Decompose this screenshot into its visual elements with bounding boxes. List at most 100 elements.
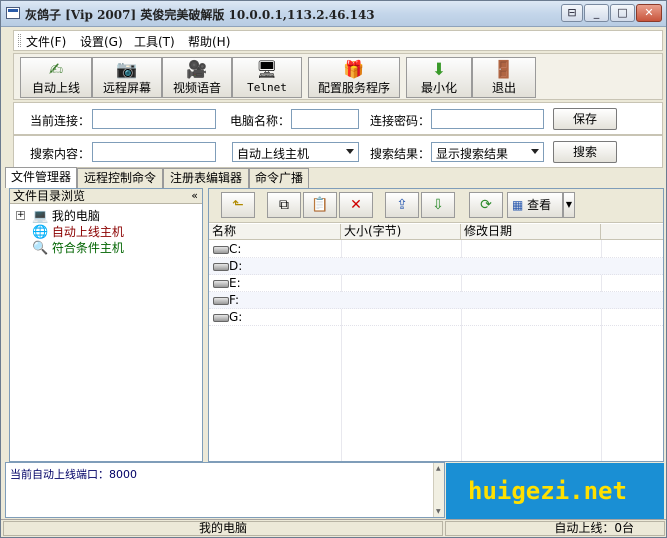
tree-header-title: 文件目录浏览 bbox=[13, 189, 86, 203]
minimize-app-label: 最小化 bbox=[420, 81, 457, 95]
drive-icon bbox=[213, 263, 229, 271]
main-window: 灰鸽子 [Vip 2007] 英俊完美破解版 10.0.0.1,113.2.46… bbox=[0, 0, 667, 538]
exit-door-icon: 🚪 bbox=[493, 60, 515, 80]
paste-icon[interactable]: 📋 bbox=[303, 192, 337, 218]
drive-label: C: bbox=[229, 242, 242, 256]
search-result-select[interactable]: 显示搜索结果 bbox=[431, 142, 544, 162]
restore-icon[interactable]: ⊟ bbox=[561, 4, 583, 22]
magnifier-icon: 🔍 bbox=[32, 241, 49, 256]
tree-item-matching-hosts-label: 符合条件主机 bbox=[51, 241, 124, 255]
tab-file-manager[interactable]: 文件管理器 bbox=[5, 167, 77, 188]
drive-label: F: bbox=[229, 293, 240, 307]
grid-view-icon: ▦ bbox=[512, 198, 524, 212]
drive-icon bbox=[213, 297, 229, 305]
refresh-icon[interactable]: ⟳ bbox=[469, 192, 503, 218]
menu-file[interactable]: 文件(F) bbox=[26, 33, 66, 50]
chevron-down-icon bbox=[531, 149, 539, 154]
tree-expand-icon[interactable]: + bbox=[16, 211, 25, 220]
password-input[interactable] bbox=[431, 109, 544, 129]
log-panel: 当前自动上线端口：8000 ▲ ▼ bbox=[5, 462, 445, 518]
file-list-pane: ⬑ ⧉ 📋 ✕ ⇪ ⇩ ⟳ ▦ 查看 ▼ 名称 大小(字节) 修改日期 C: D… bbox=[208, 188, 664, 462]
view-dropdown-icon[interactable]: ▼ bbox=[563, 192, 575, 218]
remote-screen-label: 远程屏幕 bbox=[102, 81, 151, 95]
menu-tools[interactable]: 工具(T) bbox=[134, 33, 175, 50]
menu-grip-icon bbox=[18, 34, 21, 47]
parent-folder-icon[interactable]: ⬑ bbox=[221, 192, 255, 218]
drive-icon bbox=[213, 314, 229, 322]
current-connection-label: 当前连接： bbox=[30, 114, 91, 128]
log-scrollbar[interactable]: ▲ ▼ bbox=[433, 463, 444, 517]
status-online-count: 自动上线：0台 bbox=[445, 521, 665, 536]
app-icon bbox=[6, 7, 20, 19]
minimize-button[interactable]: _ bbox=[584, 4, 609, 22]
column-size[interactable]: 大小(字节) bbox=[341, 224, 461, 240]
search-scope-value: 自动上线主机 bbox=[237, 147, 310, 161]
collapse-pane-icon[interactable]: « bbox=[191, 189, 198, 203]
scroll-down-icon[interactable]: ▼ bbox=[436, 508, 441, 515]
upload-icon[interactable]: ⇪ bbox=[385, 192, 419, 218]
search-scope-select[interactable]: 自动上线主机 bbox=[232, 142, 359, 162]
brand-logo-text: huigezi.net bbox=[468, 477, 627, 505]
webcam-icon: 🎥 bbox=[186, 60, 208, 80]
tree-item-auto-online-label: 自动上线主机 bbox=[51, 225, 124, 239]
drive-label: D: bbox=[229, 259, 243, 273]
log-text: 当前自动上线端口：8000 bbox=[10, 468, 137, 481]
tree-item-auto-online[interactable]: 🌐 自动上线主机 bbox=[32, 223, 124, 240]
tab-registry-editor[interactable]: 注册表编辑器 bbox=[163, 168, 249, 188]
search-row: 搜索内容： 自动上线主机 搜索结果： 显示搜索结果 搜索 bbox=[13, 135, 663, 168]
copy-icon[interactable]: ⧉ bbox=[267, 192, 301, 218]
remote-screen-button[interactable]: 📷 远程屏幕 bbox=[92, 57, 162, 98]
maximize-button[interactable]: □ bbox=[610, 4, 635, 22]
pc-name-label: 电脑名称： bbox=[230, 114, 291, 128]
download-icon[interactable]: ⇩ bbox=[421, 192, 455, 218]
globe-icon: 🌐 bbox=[32, 225, 49, 240]
camera-icon: 📷 bbox=[116, 60, 138, 80]
save-button[interactable]: 保存 bbox=[553, 108, 617, 130]
delete-icon[interactable]: ✕ bbox=[339, 192, 373, 218]
search-content-input[interactable] bbox=[92, 142, 216, 162]
video-voice-button[interactable]: 🎥 视频语音 bbox=[162, 57, 232, 98]
current-connection-input[interactable] bbox=[92, 109, 216, 129]
column-name[interactable]: 名称 bbox=[209, 224, 341, 240]
brand-banner: huigezi.net bbox=[446, 463, 664, 519]
configure-server-button[interactable]: 🎁 配置服务程序 bbox=[308, 57, 400, 98]
menu-bar: 文件(F) 设置(G) 工具(T) 帮助(H) bbox=[13, 30, 663, 51]
search-content-label: 搜索内容： bbox=[30, 147, 91, 161]
telnet-button[interactable]: 🖥 Telnet bbox=[232, 57, 302, 98]
exit-button[interactable]: 🚪 退出 bbox=[472, 57, 536, 98]
window-title: 灰鸽子 [Vip 2007] 英俊完美破解版 10.0.0.1,113.2.46… bbox=[25, 8, 375, 22]
file-list-header: 名称 大小(字节) 修改日期 bbox=[209, 224, 663, 240]
menu-settings[interactable]: 设置(G) bbox=[80, 33, 123, 50]
pc-name-input[interactable] bbox=[291, 109, 359, 129]
view-button[interactable]: ▦ 查看 bbox=[507, 192, 563, 218]
file-row-drive[interactable]: E: bbox=[209, 275, 663, 292]
tree-item-my-computer[interactable]: 💻 我的电脑 bbox=[32, 207, 100, 224]
video-voice-label: 视频语音 bbox=[172, 81, 221, 95]
scroll-up-icon[interactable]: ▲ bbox=[436, 465, 441, 472]
search-button[interactable]: 搜索 bbox=[553, 141, 617, 163]
auto-online-button[interactable]: ✍ 自动上线 bbox=[20, 57, 92, 98]
directory-tree-pane: 文件目录浏览 « + 💻 我的电脑 🌐 自动上线主机 🔍 符合条件主机 bbox=[9, 188, 203, 462]
chevron-down-icon bbox=[346, 149, 354, 154]
drive-icon bbox=[213, 246, 229, 254]
tree-item-matching-hosts[interactable]: 🔍 符合条件主机 bbox=[32, 239, 124, 256]
tree-header: 文件目录浏览 « bbox=[10, 189, 202, 204]
file-row-drive[interactable]: D: bbox=[209, 258, 663, 275]
status-bar: 我的电脑 自动上线：0台 bbox=[1, 519, 666, 537]
view-button-label: 查看 bbox=[527, 198, 552, 212]
computer-icon: 🖥 bbox=[256, 60, 278, 80]
drive-icon bbox=[213, 280, 229, 288]
telnet-label: Telnet bbox=[247, 81, 287, 94]
file-row-drive[interactable]: G: bbox=[209, 309, 663, 326]
auto-online-icon: ✍ bbox=[48, 60, 64, 80]
close-button[interactable]: ✕ bbox=[636, 4, 662, 22]
column-modified[interactable]: 修改日期 bbox=[461, 224, 601, 240]
tab-command-broadcast[interactable]: 命令广播 bbox=[249, 168, 309, 188]
minimize-app-button[interactable]: ⬇ 最小化 bbox=[406, 57, 472, 98]
file-row-drive[interactable]: C: bbox=[209, 241, 663, 258]
menu-help[interactable]: 帮助(H) bbox=[188, 33, 230, 50]
file-row-drive[interactable]: F: bbox=[209, 292, 663, 309]
tab-remote-commands[interactable]: 远程控制命令 bbox=[77, 168, 163, 188]
configure-server-label: 配置服务程序 bbox=[317, 81, 390, 95]
auto-online-label: 自动上线 bbox=[31, 81, 80, 95]
